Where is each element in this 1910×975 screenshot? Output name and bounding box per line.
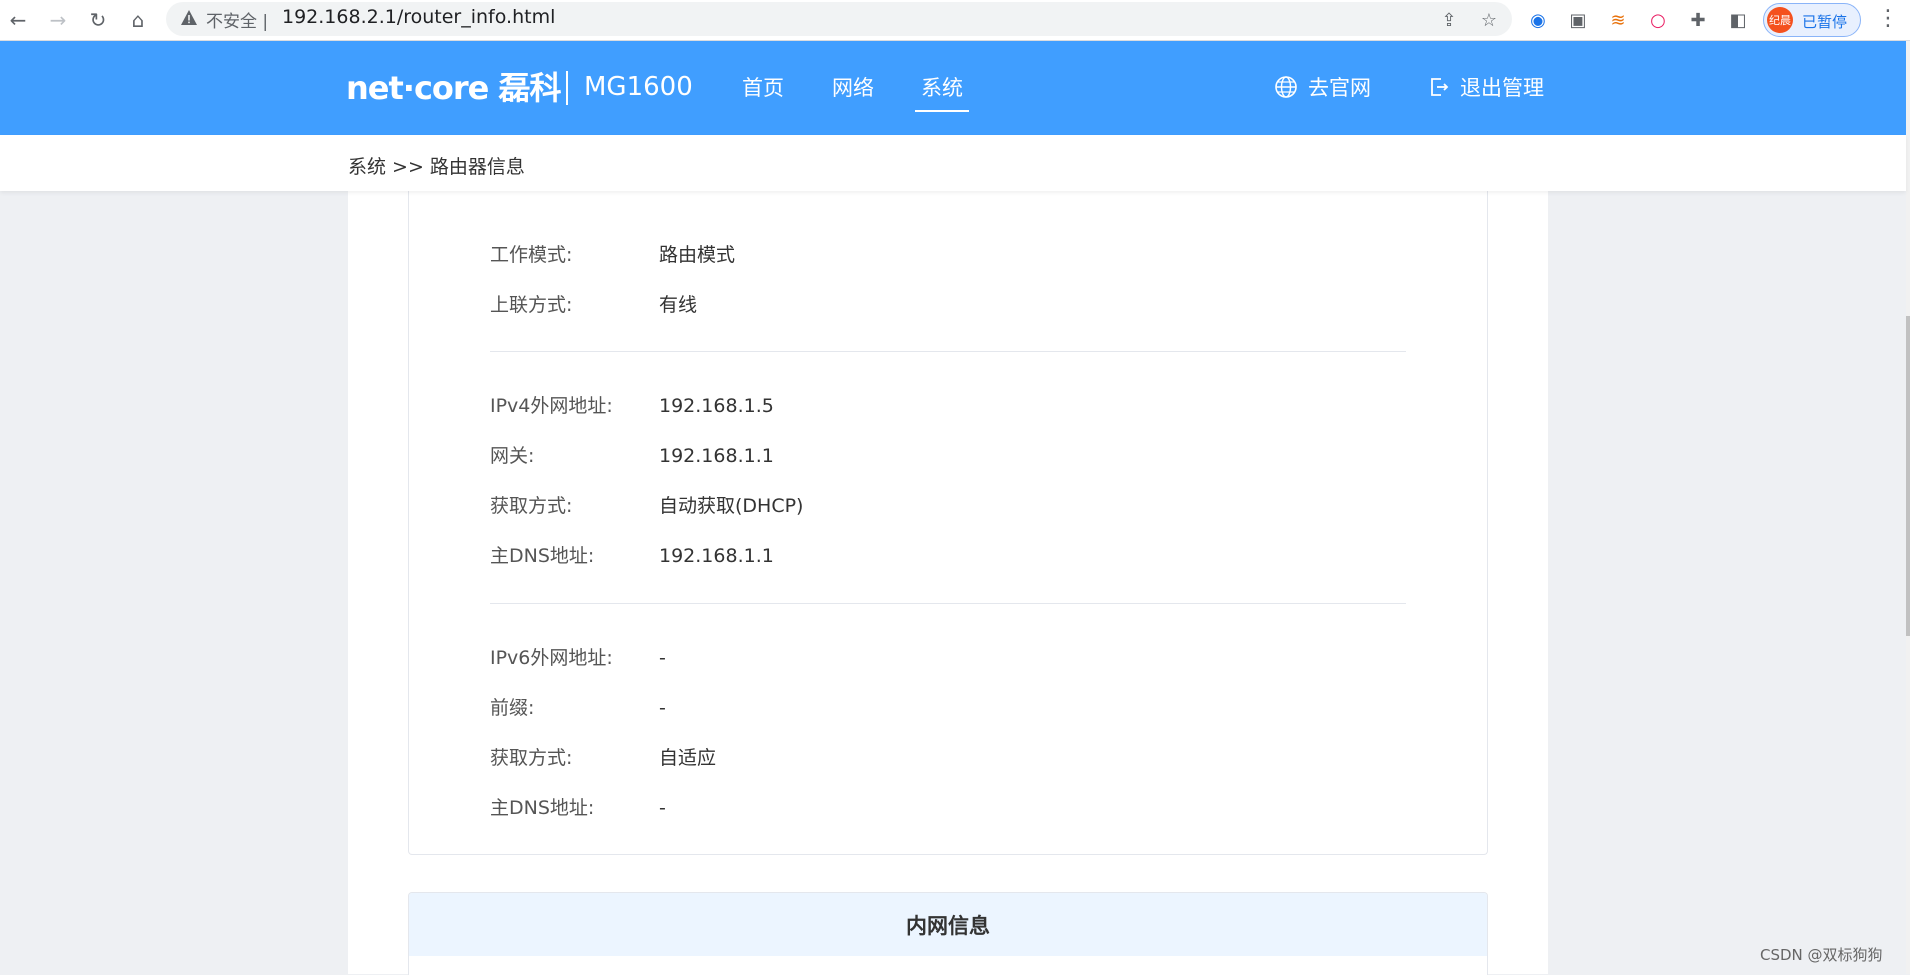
nav-system[interactable]: 系统 xyxy=(915,72,969,112)
row-label: 上联方式: xyxy=(490,294,573,316)
row-value: 192.168.1.1 xyxy=(659,445,774,467)
page-header: net·core 磊科 MG1600 首页 网络 系统 去官网 退出管理 xyxy=(0,41,1906,135)
info-row-uplink: 上联方式: 有线 xyxy=(490,290,697,317)
reload-icon[interactable]: ↻ xyxy=(84,6,112,34)
lan-panel-title: 内网信息 xyxy=(409,893,1487,956)
breadcrumb: 系统 >> 路由器信息 xyxy=(348,156,525,178)
info-row-ipv4-dns: 主DNS地址: 192.168.1.1 xyxy=(490,541,774,568)
logo-separator xyxy=(566,71,568,105)
official-site-label: 去官网 xyxy=(1308,76,1371,100)
row-value: - xyxy=(659,797,666,819)
share-icon[interactable]: ⇪ xyxy=(1437,8,1461,32)
info-row-ipv6-dns: 主DNS地址: - xyxy=(490,793,666,820)
forward-icon[interactable]: → xyxy=(44,6,72,34)
side-panel-icon[interactable]: ◧ xyxy=(1726,8,1750,32)
row-label: 主DNS地址: xyxy=(490,545,595,567)
profile-button[interactable]: 纪晨 已暂停 xyxy=(1763,3,1861,37)
bookmark-star-icon[interactable]: ☆ xyxy=(1477,8,1501,32)
row-label: 前缀: xyxy=(490,697,535,719)
browser-toolbar: ← → ↻ ⌂ 不安全 | 192.168.2.1/router_info.ht… xyxy=(0,0,1910,41)
info-row-gateway: 网关: 192.168.1.1 xyxy=(490,441,774,468)
row-label: 主DNS地址: xyxy=(490,797,595,819)
row-value: - xyxy=(659,697,666,719)
page-scrollbar-thumb[interactable] xyxy=(1906,316,1910,636)
row-label: 工作模式: xyxy=(490,244,573,266)
info-row-ipv6-address: IPv6外网地址: - xyxy=(490,643,666,670)
row-value: 自动获取(DHCP) xyxy=(659,495,804,517)
row-value: 192.168.1.1 xyxy=(659,545,774,567)
row-value: 路由模式 xyxy=(659,244,736,266)
extension-link-icon[interactable]: ≋ xyxy=(1606,8,1630,32)
info-row-ipv4-method: 获取方式: 自动获取(DHCP) xyxy=(490,491,803,518)
divider xyxy=(490,603,1406,604)
profile-status: 已暂停 xyxy=(1802,13,1848,31)
nav-network[interactable]: 网络 xyxy=(832,72,874,110)
nav-home[interactable]: 首页 xyxy=(742,72,784,110)
row-label: 获取方式: xyxy=(490,747,573,769)
home-icon[interactable]: ⌂ xyxy=(124,6,152,34)
divider xyxy=(490,351,1406,352)
row-label: IPv4外网地址: xyxy=(490,395,613,417)
warning-icon xyxy=(181,10,197,25)
browser-menu-icon[interactable]: ⋮ xyxy=(1876,6,1900,31)
security-label: 不安全 | xyxy=(206,12,269,32)
avatar: 纪晨 xyxy=(1767,7,1793,33)
row-value: 有线 xyxy=(659,294,698,316)
globe-icon xyxy=(1275,76,1297,98)
extensions-puzzle-icon[interactable]: ✚ xyxy=(1686,8,1710,32)
model-name: MG1600 xyxy=(584,72,693,102)
logout-icon xyxy=(1431,78,1449,96)
netcore-logo: net·core 磊科 xyxy=(346,69,562,107)
url-text[interactable]: 192.168.2.1/router_info.html xyxy=(282,6,555,28)
info-row-prefix: 前缀: - xyxy=(490,693,666,720)
back-icon[interactable]: ← xyxy=(4,6,32,34)
row-value: 自适应 xyxy=(659,747,717,769)
row-value: 192.168.1.5 xyxy=(659,395,774,417)
info-row-ipv6-method: 获取方式: 自适应 xyxy=(490,743,716,770)
row-label: IPv6外网地址: xyxy=(490,647,613,669)
extension-windows-icon[interactable]: ▣ xyxy=(1566,8,1590,32)
official-site-link[interactable]: 去官网 xyxy=(1274,72,1371,102)
extension-translate-icon[interactable]: ◉ xyxy=(1526,8,1550,32)
logout-link[interactable]: 退出管理 xyxy=(1428,72,1544,102)
row-label: 网关: xyxy=(490,445,535,467)
extension-record-icon[interactable]: ○ xyxy=(1646,8,1670,32)
breadcrumb-bar: 系统 >> 路由器信息 xyxy=(0,135,1906,191)
info-row-work-mode: 工作模式: 路由模式 xyxy=(490,240,735,267)
row-label: 获取方式: xyxy=(490,495,573,517)
watermark: CSDN @双标狗狗 xyxy=(1760,946,1883,964)
lan-info-panel: 内网信息 xyxy=(408,892,1488,975)
logout-label: 退出管理 xyxy=(1460,76,1544,100)
row-value: - xyxy=(659,647,666,669)
info-row-ipv4-address: IPv4外网地址: 192.168.1.5 xyxy=(490,391,774,418)
